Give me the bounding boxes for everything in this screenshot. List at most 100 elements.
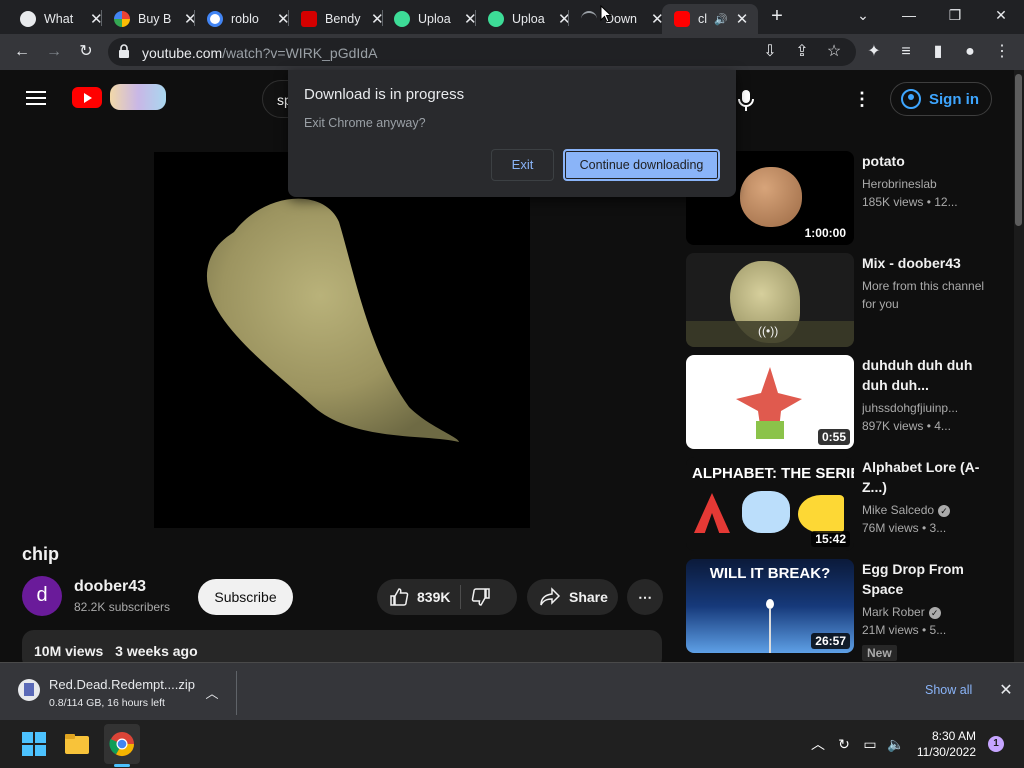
duration-badge: 0:55 [817, 429, 850, 445]
video-thumbnail[interactable]: ALPHABET: THE SERIES 15:42 [686, 457, 854, 551]
video-player[interactable] [154, 152, 530, 528]
download-filename[interactable]: Red.Dead.Redempt....zip [49, 677, 195, 692]
profile-icon[interactable]: ● [958, 40, 982, 64]
notification-badge[interactable]: 1 [988, 736, 1004, 752]
close-icon[interactable]: ✕ [996, 681, 1016, 701]
more-actions-button[interactable]: ⋯ [627, 579, 663, 615]
update-sync-icon[interactable]: ↻ [834, 734, 854, 754]
close-window-button[interactable]: ✕ [978, 0, 1024, 32]
chevron-up-icon[interactable]: ︿ [204, 683, 220, 701]
forward-icon[interactable]: → [42, 40, 66, 64]
clock-time: 8:30 AM [931, 729, 976, 743]
video-thumbnail[interactable]: 0:55 [686, 355, 854, 449]
chrome-icon[interactable] [108, 730, 136, 758]
store-icon [114, 11, 130, 27]
volume-icon[interactable]: 🔈 [886, 734, 906, 754]
tab-7[interactable]: Down ✕ [561, 4, 664, 34]
zip-file-icon[interactable] [18, 679, 40, 701]
mic-icon[interactable] [732, 86, 760, 114]
video-thumbnail[interactable]: ((•)) [686, 253, 854, 347]
like-button[interactable]: 839K [389, 579, 450, 615]
address-bar[interactable]: youtube.com/watch?v=WIRK_pGdIdA ⇩ ⇪ ☆ [108, 38, 856, 66]
chrome-menu-icon[interactable]: ⋮ [990, 40, 1014, 64]
channel-avatar[interactable]: d [22, 576, 62, 616]
install-app-icon[interactable]: ⇩ [758, 40, 782, 64]
tab-1[interactable]: What ✕ [0, 4, 103, 34]
recommendation-channel[interactable]: Herobrineslab [862, 175, 992, 193]
tab-title: Buy B [138, 12, 172, 26]
description-box[interactable]: 10M views 3 weeks ago [22, 630, 662, 662]
share-icon[interactable]: ⇪ [790, 40, 814, 64]
recommendation-channel[interactable]: More from this channel for you [862, 277, 992, 313]
extensions-icon[interactable]: ✦ [862, 40, 886, 64]
hamburger-menu-icon[interactable] [24, 88, 48, 108]
exit-button[interactable]: Exit [491, 149, 554, 181]
tab-active[interactable]: cl 🔊 ✕ [662, 4, 758, 34]
recommendation-title[interactable]: duhduh duh duh duh duh... [862, 355, 992, 395]
url-text[interactable]: youtube.com/watch?v=WIRK_pGdIdA [142, 45, 377, 61]
thumbnail-text: WILL IT BREAK? [709, 565, 831, 582]
recommendation-channel[interactable]: Mark Rober ✓ [862, 603, 992, 621]
recommendation-title[interactable]: potato [862, 151, 992, 171]
share-button[interactable]: Share [527, 579, 618, 615]
settings-menu-icon[interactable]: ⋮ [852, 88, 872, 110]
recommendation-title[interactable]: Mix - doober43 [862, 253, 992, 273]
divider [460, 585, 462, 609]
recommendation-item[interactable]: ALPHABET: THE SERIES 15:42 Alphabet Lore… [686, 457, 1016, 551]
recommendation-title[interactable]: Egg Drop From Space [862, 559, 992, 599]
tray-overflow-chevron-icon[interactable]: ︿ [808, 734, 828, 754]
file-explorer-icon[interactable] [63, 730, 91, 758]
speaker-icon[interactable]: 🔊 [714, 13, 728, 26]
recommendation-channel[interactable]: juhssdohgfjiuinp... [862, 399, 992, 417]
recommendation-title[interactable]: Alphabet Lore (A-Z...) [862, 457, 992, 497]
video-title: chip [22, 544, 60, 564]
tab-title: What [44, 12, 74, 26]
lock-icon[interactable] [118, 44, 130, 58]
view-count: 10M views [34, 643, 104, 659]
bookmark-star-icon[interactable]: ☆ [822, 40, 846, 64]
download-shelf: Red.Dead.Redempt....zip 0.8/114 GB, 16 h… [0, 662, 1024, 720]
recommendation-item[interactable]: 0:55 duhduh duh duh duh duh... juhssdohg… [686, 355, 1016, 449]
tab-6[interactable]: Uploa ✕ [468, 4, 571, 34]
continue-downloading-button[interactable]: Continue downloading [563, 149, 720, 181]
tab-4[interactable]: Bendy ✕ [281, 4, 384, 34]
channel-name[interactable]: doober43 [74, 578, 146, 596]
upload-age: 3 weeks ago [115, 643, 198, 659]
duration-badge: 15:42 [811, 531, 850, 547]
side-panel-icon[interactable]: ▮ [926, 40, 950, 64]
radio-mix-icon: ((•)) [758, 324, 779, 338]
video-thumbnail[interactable]: WILL IT BREAK? 26:57 [686, 559, 854, 653]
new-tab-button[interactable]: + [766, 4, 788, 28]
back-icon[interactable]: ← [10, 40, 34, 64]
recommendation-channel[interactable]: Mike Salcedo ✓ [862, 501, 992, 519]
scrollbar-thumb[interactable] [1015, 74, 1022, 226]
youtube-icon [674, 11, 690, 27]
doodle-logo-icon[interactable] [110, 84, 166, 110]
dislike-button[interactable] [471, 579, 491, 615]
thumbs-up-icon [390, 588, 409, 606]
reload-icon[interactable]: ↻ [74, 40, 98, 64]
page-scrollbar[interactable] [1014, 70, 1024, 662]
windows-start-icon[interactable] [20, 730, 48, 758]
tab-search-icon[interactable]: ⌄ [840, 0, 886, 32]
restore-button[interactable]: ❐ [932, 0, 978, 32]
subscribe-button[interactable]: Subscribe [198, 579, 293, 615]
youtube-logo-icon[interactable] [72, 87, 102, 108]
recommendation-meta: 76M views • 3... [862, 521, 947, 535]
tab-title: cl [698, 12, 708, 26]
recommendation-item[interactable]: ((•)) Mix - doober43 More from this chan… [686, 253, 1016, 347]
bendy-icon [301, 11, 317, 27]
tab-3[interactable]: roblo ✕ [187, 4, 290, 34]
media-controls-icon[interactable]: ≡ [894, 40, 918, 64]
display-icon[interactable]: ▭ [860, 734, 880, 754]
tab-2[interactable]: Buy B ✕ [94, 4, 197, 34]
system-clock[interactable]: 8:30 AM 11/30/2022 [906, 728, 976, 760]
tab-5[interactable]: Uploa ✕ [374, 4, 477, 34]
show-all-button[interactable]: Show all [925, 683, 972, 697]
recommendation-item[interactable]: WILL IT BREAK? 26:57 Egg Drop From Space… [686, 559, 1016, 662]
sign-in-button[interactable]: Sign in [890, 82, 992, 116]
minimize-button[interactable]: — [886, 0, 932, 32]
google-icon [207, 11, 223, 27]
close-tab-icon[interactable]: ✕ [736, 12, 749, 27]
divider [236, 671, 237, 715]
